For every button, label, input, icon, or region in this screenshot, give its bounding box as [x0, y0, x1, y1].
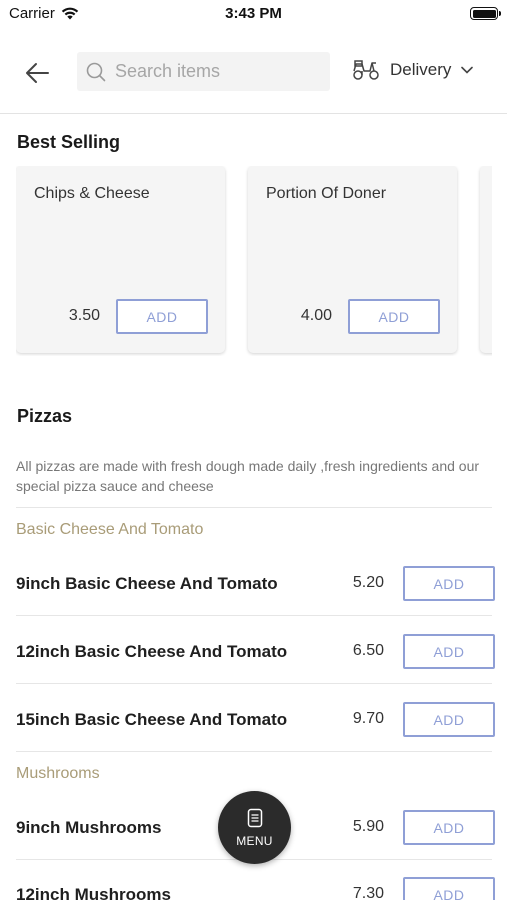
best-selling-title: Best Selling	[17, 132, 121, 152]
product-name: Chips & Cheese	[34, 185, 150, 202]
item-name: 12inch Basic Cheese And Tomato	[16, 642, 288, 661]
add-button[interactable]: ADD	[116, 299, 208, 334]
delivery-label: Delivery	[390, 60, 452, 79]
subcategory-title: Basic Cheese And Tomato	[16, 521, 204, 538]
product-name: Portion Of Doner	[266, 185, 387, 202]
add-button[interactable]: ADD	[403, 634, 495, 669]
header: Delivery	[0, 40, 507, 114]
add-button[interactable]: ADD	[403, 702, 495, 737]
best-selling-carousel[interactable]: Chips & Cheese 3.50 ADD Portion Of Doner…	[16, 166, 492, 356]
item-price: 9.70	[352, 710, 384, 727]
menu-item-row: 9inch Basic Cheese And Tomato 5.20 ADD	[0, 563, 507, 607]
item-name: 15inch Basic Cheese And Tomato	[16, 710, 288, 729]
search-icon	[86, 62, 106, 81]
menu-screen: Carrier 3:43 PM Search items Delivery Be…	[0, 0, 507, 900]
pizzas-title: Pizzas	[17, 406, 73, 426]
menu-item-row: 15inch Basic Cheese And Tomato 9.70 ADD	[0, 699, 507, 743]
item-price: 5.20	[352, 574, 384, 591]
subcategory-title: Mushrooms	[16, 765, 100, 782]
search-input[interactable]	[115, 61, 315, 82]
divider	[16, 683, 492, 684]
scooter-icon	[353, 60, 379, 80]
divider	[16, 751, 492, 752]
best-selling-card-partial[interactable]	[480, 166, 492, 353]
item-name: 9inch Basic Cheese And Tomato	[16, 574, 278, 593]
item-price: 6.50	[352, 642, 384, 659]
add-button[interactable]: ADD	[403, 877, 495, 900]
menu-item-row: 12inch Mushrooms 7.30 ADD	[0, 874, 507, 900]
product-price: 3.50	[68, 307, 100, 324]
status-time: 3:43 PM	[225, 5, 282, 22]
menu-item-row: 12inch Basic Cheese And Tomato 6.50 ADD	[0, 631, 507, 675]
search-box[interactable]	[77, 52, 330, 91]
divider	[16, 507, 492, 508]
item-name: 12inch Mushrooms	[16, 885, 171, 900]
menu-book-icon	[247, 808, 262, 827]
status-bar: Carrier 3:43 PM	[0, 0, 507, 30]
delivery-selector[interactable]: Delivery	[352, 59, 474, 81]
chevron-down-icon	[461, 66, 474, 74]
add-button[interactable]: ADD	[403, 810, 495, 845]
battery-icon	[470, 7, 501, 20]
menu-fab-label: MENU	[236, 833, 273, 848]
best-selling-card[interactable]: Chips & Cheese 3.50 ADD	[16, 166, 225, 353]
divider	[16, 615, 492, 616]
add-button[interactable]: ADD	[403, 566, 495, 601]
menu-fab-button[interactable]: MENU	[218, 791, 291, 864]
pizzas-description: All pizzas are made with fresh dough mad…	[16, 458, 480, 494]
item-name: 9inch Mushrooms	[16, 818, 162, 837]
best-selling-card[interactable]: Portion Of Doner 4.00 ADD	[248, 166, 457, 353]
product-price: 4.00	[300, 307, 332, 324]
item-price: 7.30	[352, 885, 384, 900]
back-button[interactable]	[20, 56, 54, 90]
back-arrow-icon	[26, 63, 49, 83]
item-price: 5.90	[352, 818, 384, 835]
add-button[interactable]: ADD	[348, 299, 440, 334]
